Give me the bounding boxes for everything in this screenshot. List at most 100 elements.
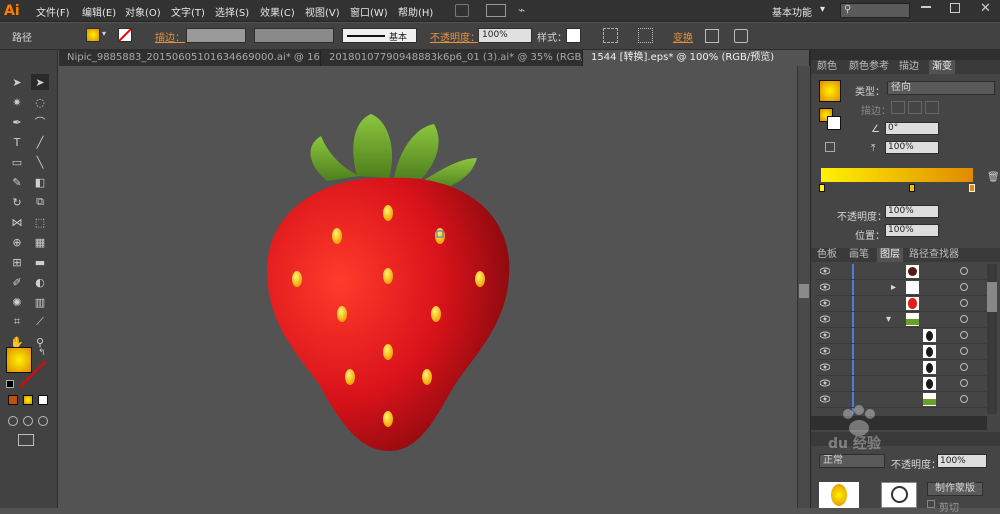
- transparency-opacity-field[interactable]: 100%: [937, 454, 987, 468]
- eraser-tool-icon[interactable]: ◧: [31, 174, 49, 190]
- tab-swatches[interactable]: 色板: [817, 248, 837, 262]
- visibility-eye-icon[interactable]: [819, 347, 831, 355]
- gradient-stop-mid[interactable]: [909, 184, 915, 192]
- visibility-eye-icon[interactable]: [819, 299, 831, 307]
- maximize-icon[interactable]: [950, 3, 960, 13]
- target-circle-icon[interactable]: [960, 395, 968, 403]
- gradient-stop-start[interactable]: [819, 184, 825, 192]
- tab-layers[interactable]: 图层: [877, 248, 903, 262]
- rotate-tool-icon[interactable]: ↻: [8, 194, 26, 210]
- stroke-swatch[interactable]: [118, 28, 132, 42]
- tab-color[interactable]: 颜色: [817, 60, 837, 74]
- tab-document-1[interactable]: Nipic_9885883_20150605101634669000.ai* @…: [59, 50, 321, 66]
- recolor-artwork-icon[interactable]: [603, 28, 618, 43]
- stroke-across-icon[interactable]: [925, 101, 939, 114]
- gradient-tool-icon[interactable]: ▬: [31, 254, 49, 270]
- lasso-tool-icon[interactable]: ◌: [31, 94, 49, 110]
- none-mode-icon[interactable]: [38, 395, 48, 405]
- layer-row[interactable]: [816, 264, 986, 280]
- blend-tool-icon[interactable]: ◐: [31, 274, 49, 290]
- menu-edit[interactable]: 编辑(E): [82, 4, 116, 19]
- pen-tool-icon[interactable]: ✒: [8, 114, 26, 130]
- menu-type[interactable]: 文字(T): [171, 4, 205, 19]
- panel-menu-icon[interactable]: [734, 29, 748, 43]
- gradient-stop-end[interactable]: [969, 184, 975, 192]
- arrange-documents-icon[interactable]: [486, 4, 506, 17]
- visibility-eye-icon[interactable]: [819, 315, 831, 323]
- opacity-label[interactable]: 不透明度：: [430, 29, 480, 44]
- angle-field[interactable]: 0°: [885, 122, 939, 135]
- menu-object[interactable]: 对象(O): [125, 4, 161, 19]
- bridge-icon[interactable]: [455, 4, 469, 17]
- clip-checkbox[interactable]: [927, 500, 935, 508]
- menu-view[interactable]: 视图(V): [305, 4, 340, 19]
- tab-document-2[interactable]: 20180107790948883k6p6_01 (3).ai* @ 35% (…: [321, 50, 583, 66]
- workspace-label[interactable]: 基本功能: [772, 4, 812, 19]
- transform-label[interactable]: 变换: [673, 29, 693, 44]
- swap-colors-icon[interactable]: ↰: [38, 348, 46, 358]
- minimize-icon[interactable]: [921, 6, 931, 8]
- close-icon[interactable]: ✕: [980, 1, 991, 16]
- layer-row[interactable]: [816, 296, 986, 312]
- curvature-tool-icon[interactable]: ⌒: [31, 114, 49, 130]
- tab-pathfinder[interactable]: 路径查找器: [909, 248, 959, 262]
- visibility-eye-icon[interactable]: [819, 379, 831, 387]
- menu-window[interactable]: 窗口(W): [350, 4, 388, 19]
- target-circle-icon[interactable]: [960, 283, 968, 291]
- screen-mode-icon[interactable]: [18, 434, 34, 446]
- gradient-mode-icon[interactable]: [23, 395, 33, 405]
- graphic-style-swatch[interactable]: [566, 28, 581, 43]
- stroke-within-icon[interactable]: [891, 101, 905, 114]
- target-circle-icon[interactable]: [960, 379, 968, 387]
- location-field[interactable]: 100%: [885, 224, 939, 237]
- gradient-slider[interactable]: [821, 168, 973, 182]
- gradient-opacity-field[interactable]: 100%: [885, 205, 939, 218]
- layer-row[interactable]: ▾: [816, 312, 986, 328]
- delete-stop-icon[interactable]: 🗑: [987, 172, 1000, 183]
- pencil-tool-icon[interactable]: ✎: [8, 174, 26, 190]
- gradient-preview-swatch[interactable]: [819, 80, 841, 102]
- draw-behind-icon[interactable]: [23, 416, 33, 426]
- target-circle-icon[interactable]: [960, 267, 968, 275]
- paintbrush-tool-icon[interactable]: ╲: [31, 154, 49, 170]
- artboard-canvas[interactable]: [59, 66, 797, 508]
- blend-mode-select[interactable]: 正常: [819, 454, 885, 468]
- gpu-performance-icon[interactable]: ⌁: [518, 3, 534, 18]
- expand-arrow-icon[interactable]: ▾: [886, 314, 891, 325]
- artboard-tool-icon[interactable]: ⌗: [8, 314, 26, 330]
- tab-stroke[interactable]: 描边: [899, 60, 919, 74]
- visibility-eye-icon[interactable]: [819, 267, 831, 275]
- target-circle-icon[interactable]: [960, 331, 968, 339]
- vertical-scrollbar[interactable]: [797, 66, 810, 508]
- layer-row[interactable]: [816, 360, 986, 376]
- default-colors-icon[interactable]: [6, 380, 14, 388]
- menu-effect[interactable]: 效果(C): [260, 4, 295, 19]
- tab-document-3[interactable]: 1544 [转换].eps* @ 100% (RGB/预览): [583, 50, 810, 66]
- column-graph-tool-icon[interactable]: ▥: [31, 294, 49, 310]
- fill-swatch[interactable]: [86, 28, 100, 42]
- scale-tool-icon[interactable]: ⧉: [31, 194, 49, 210]
- menu-select[interactable]: 选择(S): [215, 4, 249, 19]
- tab-color-guide[interactable]: 颜色参考: [849, 60, 889, 74]
- tab-gradient[interactable]: 渐变: [929, 60, 955, 74]
- isolate-icon[interactable]: [705, 29, 719, 43]
- direct-selection-tool-icon[interactable]: ➤: [31, 74, 49, 90]
- draw-normal-icon[interactable]: [8, 416, 18, 426]
- stroke-indicator[interactable]: [827, 116, 841, 130]
- visibility-eye-icon[interactable]: [819, 283, 831, 291]
- visibility-eye-icon[interactable]: [819, 363, 831, 371]
- layers-scrollbar-thumb[interactable]: [987, 282, 997, 312]
- variable-width-field[interactable]: [254, 28, 334, 43]
- reverse-gradient-icon[interactable]: [825, 142, 835, 152]
- search-input[interactable]: ⚲: [840, 3, 910, 18]
- target-circle-icon[interactable]: [960, 315, 968, 323]
- slice-tool-icon[interactable]: ⟋: [31, 314, 49, 330]
- stroke-along-icon[interactable]: [908, 101, 922, 114]
- target-circle-icon[interactable]: [960, 363, 968, 371]
- layer-row[interactable]: [816, 328, 986, 344]
- layer-row[interactable]: ▸: [816, 280, 986, 296]
- width-tool-icon[interactable]: ⋈: [8, 214, 26, 230]
- tab-brushes[interactable]: 画笔: [849, 248, 869, 262]
- selection-tool-icon[interactable]: ➤: [8, 74, 26, 90]
- brush-style-field[interactable]: 基本: [342, 28, 417, 43]
